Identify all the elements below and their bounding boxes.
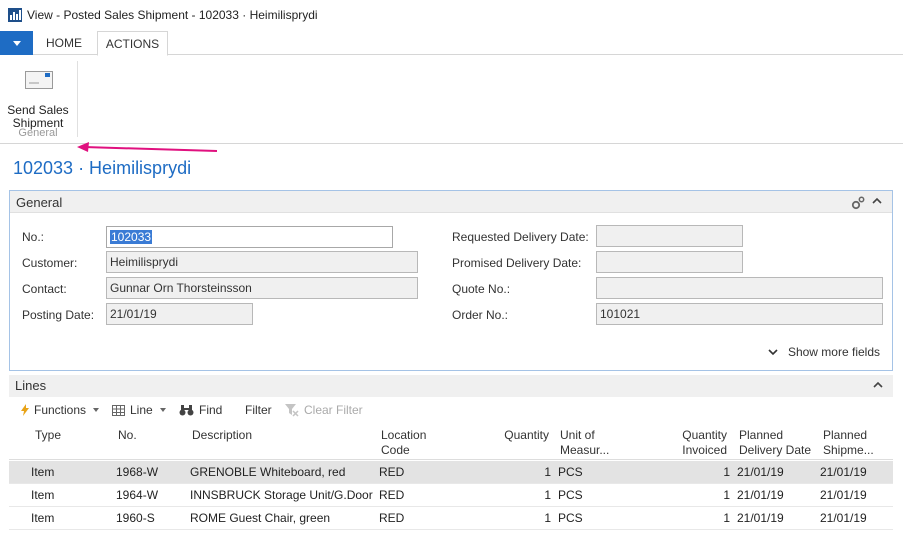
tab-home[interactable]: HOME — [36, 31, 92, 55]
lines-caption: Lines — [15, 378, 47, 393]
col-planned-delivery-date[interactable]: Planned Delivery Date — [739, 428, 811, 458]
functions-label: Functions — [34, 403, 87, 417]
ribbon: Send Sales Shipment General — [0, 55, 903, 152]
app-icon — [8, 8, 22, 22]
ribbon-group-separator — [77, 61, 78, 137]
ribbon-tab-bar: HOME ACTIONS — [0, 31, 903, 56]
requested-delivery-date-label: Requested Delivery Date: — [452, 230, 589, 244]
posting-date-field[interactable]: 21/01/19 — [106, 303, 253, 325]
posting-date-label: Posting Date: — [22, 308, 95, 322]
general-caption: General — [16, 195, 63, 210]
find-button[interactable]: Find — [179, 403, 222, 417]
cell-quantity-invoiced: 1 — [723, 511, 730, 525]
col-description[interactable]: Description — [192, 428, 252, 443]
col-quantity-invoiced[interactable]: Quantity Invoiced — [659, 428, 727, 458]
filter-label: Filter — [245, 403, 272, 417]
table-row[interactable]: Item 1960-S ROME Guest Chair, green RED … — [9, 507, 893, 530]
cell-type: Item — [31, 488, 55, 502]
annotation-arrow — [77, 142, 218, 152]
cell-no: 1968-W — [116, 465, 159, 479]
chevron-down-icon — [12, 40, 21, 46]
customer-label: Customer: — [22, 256, 78, 270]
lines-toolbar: Functions Line Find Filter Clear Filter — [9, 400, 893, 422]
title-bar: View - Posted Sales Shipment - 102033 · … — [0, 0, 903, 30]
lines-grid-header: Type No. Description Location Code Quanti… — [9, 424, 893, 460]
quote-no-label: Quote No.: — [452, 282, 511, 296]
lightning-icon — [21, 404, 29, 416]
send-envelope-icon — [25, 71, 53, 89]
promised-delivery-date-label: Promised Delivery Date: — [452, 256, 582, 270]
cell-quantity: 1 — [544, 488, 551, 502]
window-title: View - Posted Sales Shipment - 102033 · … — [27, 8, 318, 22]
page-title: 102033 · Heimilisprydi — [13, 158, 192, 178]
send-sales-shipment-button[interactable]: Send Sales Shipment — [4, 63, 70, 130]
binoculars-icon — [179, 404, 194, 415]
general-fasttab: General No.: 102033 Customer: Heimilispr… — [9, 190, 893, 371]
order-no-field[interactable]: 101021 — [596, 303, 883, 325]
customer-field[interactable]: Heimilisprydi — [106, 251, 418, 273]
find-label: Find — [199, 403, 223, 417]
quote-no-field[interactable] — [596, 277, 883, 299]
no-label: No.: — [22, 230, 45, 244]
cell-planned-delivery-date: 21/01/19 — [737, 488, 784, 502]
cell-description: INNSBRUCK Storage Unit/G.Door — [190, 488, 373, 502]
cell-planned-shipment: 21/01/19 — [820, 488, 867, 502]
chevron-down-icon — [768, 349, 778, 356]
clear-filter-label: Clear Filter — [304, 403, 363, 417]
line-menu[interactable]: Line — [112, 403, 166, 417]
cell-unit: PCS — [558, 488, 583, 502]
cell-quantity: 1 — [544, 465, 551, 479]
promised-delivery-date-field[interactable] — [596, 251, 743, 273]
ribbon-group-general: General — [18, 127, 58, 139]
cell-unit: PCS — [558, 511, 583, 525]
order-no-label: Order No.: — [452, 308, 509, 322]
requested-delivery-date-field[interactable] — [596, 225, 743, 247]
table-row[interactable]: Item 1964-W INNSBRUCK Storage Unit/G.Doo… — [9, 484, 893, 507]
cell-planned-shipment: 21/01/19 — [820, 465, 867, 479]
chevron-up-icon[interactable] — [873, 381, 883, 389]
cell-location: RED — [379, 511, 405, 525]
no-field[interactable]: 102033 — [106, 226, 393, 248]
clear-filter-button[interactable]: Clear Filter — [285, 403, 363, 417]
cell-no: 1960-S — [116, 511, 155, 525]
cell-type: Item — [31, 465, 55, 479]
contact-label: Contact: — [22, 282, 67, 296]
show-more-fields-label: Show more fields — [787, 345, 880, 359]
cell-planned-shipment: 21/01/19 — [820, 511, 867, 525]
col-unit-of-measure[interactable]: Unit of Measur... — [560, 428, 609, 458]
contact-field[interactable]: Gunnar Orn Thorsteinsson — [106, 277, 418, 299]
gear-icon[interactable] — [850, 195, 866, 211]
cell-quantity-invoiced: 1 — [723, 465, 730, 479]
line-label: Line — [130, 403, 153, 417]
cell-location: RED — [379, 488, 405, 502]
functions-menu[interactable]: Functions — [21, 403, 100, 417]
lines-fasttab-header[interactable]: Lines — [9, 375, 893, 397]
col-location-code[interactable]: Location Code — [381, 428, 426, 458]
col-planned-shipment[interactable]: Planned Shipme... — [823, 428, 874, 458]
col-type[interactable]: Type — [35, 428, 61, 443]
general-fasttab-header[interactable]: General — [10, 191, 892, 213]
filter-button[interactable]: Filter — [245, 403, 272, 417]
cell-planned-delivery-date: 21/01/19 — [737, 511, 784, 525]
tab-actions[interactable]: ACTIONS — [97, 31, 168, 56]
cell-no: 1964-W — [116, 488, 159, 502]
app-menu-button[interactable] — [0, 31, 33, 55]
col-quantity[interactable]: Quantity — [489, 428, 549, 443]
table-row[interactable]: Item 1968-W GRENOBLE Whiteboard, red RED… — [9, 461, 893, 484]
show-more-fields-button[interactable]: Show more fields — [768, 345, 880, 359]
cell-quantity-invoiced: 1 — [723, 488, 730, 502]
cell-planned-delivery-date: 21/01/19 — [737, 465, 784, 479]
chevron-up-icon[interactable] — [872, 197, 882, 205]
cell-unit: PCS — [558, 465, 583, 479]
clear-filter-icon — [285, 403, 299, 417]
cell-quantity: 1 — [544, 511, 551, 525]
col-no[interactable]: No. — [118, 428, 137, 443]
cell-type: Item — [31, 511, 55, 525]
cell-location: RED — [379, 465, 405, 479]
grid-icon — [112, 404, 125, 416]
cell-description: GRENOBLE Whiteboard, red — [190, 465, 346, 479]
cell-description: ROME Guest Chair, green — [190, 511, 331, 525]
